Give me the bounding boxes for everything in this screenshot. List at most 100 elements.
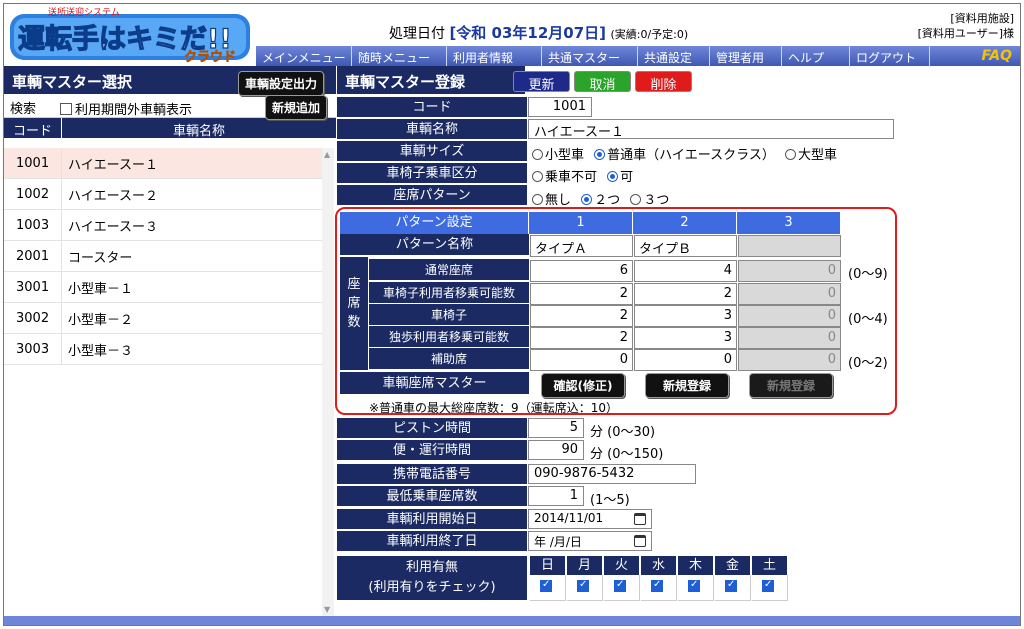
vehicle-code: 3002: [4, 302, 62, 334]
min-seat-label: 最低乗車座席数: [337, 486, 527, 507]
vehicle-code: 1001: [4, 147, 62, 179]
vehicle-row[interactable]: 3002 小型車－２: [4, 302, 322, 334]
wheelchair-label: 車椅子乗車区分: [337, 163, 527, 184]
processing-counts: (実績:0/予定:0): [610, 28, 689, 41]
scroll-down-icon[interactable]: ▼: [324, 605, 330, 614]
size-label: 車輌サイズ: [337, 141, 527, 162]
menu-logout[interactable]: ログアウト: [850, 46, 930, 66]
pattern-three-radio[interactable]: [630, 194, 642, 205]
end-date-input[interactable]: 年 /月/日: [528, 531, 652, 551]
vehicle-row[interactable]: 1001 ハイエースー１: [4, 147, 322, 179]
weekday-tue-checkbox[interactable]: [614, 579, 626, 592]
weekday-thu-header: 木: [678, 556, 714, 575]
trip-label: 便・運行時間: [337, 440, 527, 461]
wheelchair-radio-group: 乗車不可 可: [532, 166, 633, 185]
size-large-radio[interactable]: [785, 149, 796, 160]
vehicle-name-input[interactable]: ハイエースー１: [528, 119, 894, 139]
scroll-up-icon[interactable]: ▲: [324, 150, 330, 159]
faq-icon[interactable]: FAQ: [982, 48, 1013, 64]
phone-input[interactable]: 090-9876-5432: [528, 464, 696, 484]
weekday-wed-header: 水: [641, 556, 677, 575]
trip-unit: 分 (0～150): [590, 443, 663, 462]
piston-label: ピストン時間: [337, 418, 527, 439]
menu-common-settings[interactable]: 共通設定: [638, 46, 710, 66]
menu-main[interactable]: メインメニュー: [256, 46, 352, 66]
piston-input[interactable]: 5: [528, 418, 584, 438]
vehicle-row[interactable]: 2001 コースター: [4, 240, 322, 272]
app-logo[interactable]: 送所送迎システム 運転手はキミだ!! クラウド: [8, 6, 252, 64]
piston-range: (0～30): [607, 425, 656, 440]
bottom-bar: [4, 616, 1020, 625]
update-button[interactable]: 更新: [513, 71, 570, 93]
vehicle-settings-output-button[interactable]: 車輌設定出力: [238, 71, 325, 96]
main-menu-bar: メインメニュー 随時メニュー 利用者情報 共通マスター 共通設定 管理者用 ヘル…: [256, 46, 1020, 66]
vehicle-select-panel: 車輌マスター選択 車輌設定出力 検索 利用期間外車輌表示 新規追加 コード 車輌…: [4, 66, 336, 616]
weekday-wed-checkbox[interactable]: [651, 579, 663, 592]
weekday-tue-header: 火: [604, 556, 640, 575]
menu-admin[interactable]: 管理者用: [710, 46, 782, 66]
wheelchair-no-radio[interactable]: [532, 171, 543, 182]
vehicle-row[interactable]: 1003 ハイエースー３: [4, 209, 322, 241]
weekday-sat-checkbox[interactable]: [762, 579, 774, 592]
menu-help[interactable]: ヘルプ: [782, 46, 850, 66]
start-date-label: 車輌利用開始日: [337, 509, 527, 530]
logo-sub-text: クラウド: [184, 50, 236, 64]
calendar-icon[interactable]: [634, 535, 646, 547]
start-date-input[interactable]: 2014/11/01: [528, 509, 652, 529]
search-label: 検索: [10, 102, 37, 117]
trip-range: (0～150): [607, 447, 664, 462]
user-name: [資料用ユーザー]様: [917, 27, 1014, 40]
weekday-mon-checkbox[interactable]: [577, 579, 589, 592]
size-regular-radio[interactable]: [594, 149, 606, 160]
piston-unit-text: 分: [590, 425, 604, 440]
calendar-icon[interactable]: [634, 513, 646, 525]
end-date-value: 年 /月/日: [534, 535, 582, 549]
size-small-radio[interactable]: [532, 149, 543, 160]
vehicle-row[interactable]: 3001 小型車－１: [4, 271, 322, 303]
weekday-fri-checkbox[interactable]: [725, 579, 737, 592]
code-label: コード: [337, 97, 527, 118]
menu-user-info[interactable]: 利用者情報: [447, 46, 542, 66]
trip-input[interactable]: 90: [528, 440, 584, 460]
vehicle-list-scrollbar[interactable]: ▲ ▼: [322, 148, 334, 616]
search-row: 検索 利用期間外車輌表示 新規追加: [4, 94, 336, 120]
name-label: 車輌名称: [337, 119, 527, 140]
menu-common-master[interactable]: 共通マスター: [542, 46, 638, 66]
vehicle-list-header: コード 車輌名称: [4, 118, 336, 139]
min-seat-range: (1～5): [590, 493, 630, 508]
min-seat-input[interactable]: 1: [528, 486, 584, 506]
facility-name: [資料用施設]: [950, 12, 1014, 25]
processing-date-label: 処理日付: [389, 26, 445, 42]
vehicle-name: ハイエースー２: [68, 188, 158, 204]
weekday-sun-header: 日: [530, 556, 566, 575]
logo-top-text: 送所送迎システム: [48, 6, 120, 18]
size-regular-label: 普通車（ハイエースクラス）: [607, 148, 775, 163]
vehicle-name: 小型車－３: [68, 343, 134, 359]
outside-period-toggle[interactable]: 利用期間外車輌表示: [60, 99, 192, 118]
piston-unit: 分 (0～30): [590, 421, 655, 440]
pattern-highlight-box: [335, 207, 897, 415]
vehicle-row[interactable]: 1002 ハイエースー２: [4, 178, 322, 210]
add-new-button[interactable]: 新規追加: [265, 95, 328, 120]
col-code-header: コード: [4, 118, 62, 139]
delete-button[interactable]: 削除: [635, 71, 692, 93]
pattern-two-radio[interactable]: [581, 194, 593, 205]
weekday-sun-checkbox[interactable]: [540, 579, 552, 592]
menu-adhoc[interactable]: 随時メニュー: [352, 46, 447, 66]
outside-period-checkbox[interactable]: [60, 103, 72, 115]
vehicle-row[interactable]: 3003 小型車－３: [4, 333, 322, 365]
weekday-thu-checkbox[interactable]: [688, 579, 700, 592]
size-small-label: 小型車: [545, 148, 585, 163]
weekday-thu-cell: [678, 575, 714, 601]
wheelchair-no-label: 乗車不可: [545, 170, 598, 185]
weekday-wed-cell: [641, 575, 677, 601]
vehicle-name: ハイエースー３: [68, 219, 158, 235]
pattern-none-label: 無し: [545, 193, 572, 208]
weekday-sat-cell: [752, 575, 788, 601]
header: 送所送迎システム 運転手はキミだ!! クラウド 処理日付 [令和 03年12月0…: [4, 4, 1020, 66]
wheelchair-yes-radio[interactable]: [607, 171, 619, 182]
code-input[interactable]: 1001: [528, 97, 592, 117]
weekday-mon-cell: [567, 575, 603, 601]
pattern-none-radio[interactable]: [532, 194, 543, 205]
cancel-button[interactable]: 取消: [574, 71, 631, 93]
